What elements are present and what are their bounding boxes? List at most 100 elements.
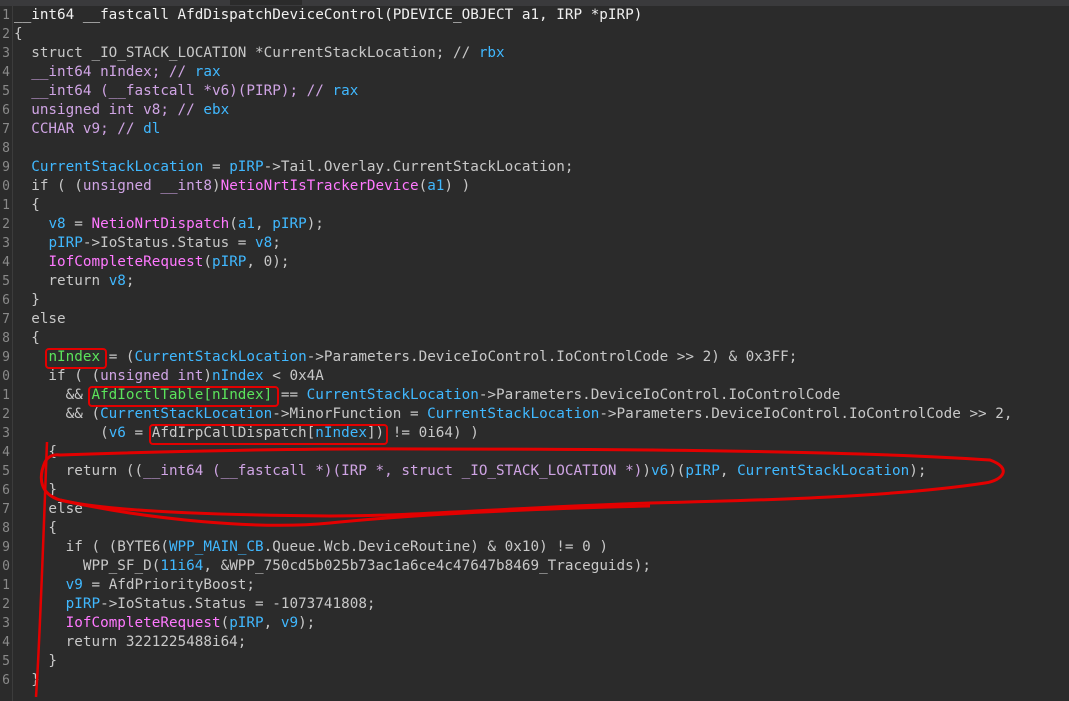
line-number: 5 <box>2 464 10 479</box>
code-token: } <box>14 653 58 669</box>
line-number: 2 <box>2 27 10 42</box>
code-line[interactable]: nIndex = (CurrentStackLocation->Paramete… <box>14 348 797 367</box>
code-line[interactable]: && AfdIoctlTable[nIndex] == CurrentStack… <box>14 386 841 405</box>
code-token: __int64 (__fastcall *)(IRP *, struct _IO… <box>143 463 643 479</box>
code-token: if ( ( <box>14 368 101 384</box>
code-token: CurrentStackLocation <box>134 349 307 365</box>
code-token: return <box>14 273 109 289</box>
line-number: 3 <box>2 236 10 251</box>
line-number: 6 <box>2 483 10 498</box>
code-line[interactable]: __int64 __fastcall AfdDispatchDeviceCont… <box>14 6 642 25</box>
code-token: __int64 __fastcall AfdDispatchDeviceCont… <box>14 7 643 23</box>
code-line[interactable]: pIRP->IoStatus.Status = v8; <box>14 234 280 253</box>
code-line[interactable]: { <box>14 443 57 462</box>
code-token: ; <box>125 273 135 289</box>
code-token: pIRP <box>65 596 101 612</box>
code-token: ->Parameters.DeviceIoControl.IoControlCo… <box>306 349 798 365</box>
code-line[interactable]: WPP_SF_D(11i64, &WPP_750cd5b025b73ac1a6c… <box>14 557 651 576</box>
line-number: 8 <box>2 521 10 536</box>
code-token: CurrentStackLocation <box>306 387 479 403</box>
code-token: NetioNrtIsTrackerDevice <box>220 178 419 194</box>
line-number: 2 <box>2 407 10 422</box>
code-token: if ( ( <box>14 539 118 555</box>
tab-ida-view-a[interactable]: Ida View-A <box>60 0 120 5</box>
code-line[interactable]: else <box>14 500 82 519</box>
code-token: ) <box>203 368 212 384</box>
code-token: return 3221225488i64; <box>14 634 247 650</box>
code-token: ->Tail.Overlay.CurrentStackLocation; <box>263 159 574 175</box>
code-token: v9 <box>65 577 83 593</box>
code-token: WPP_MAIN_CB <box>168 539 264 555</box>
code-line[interactable]: { <box>14 25 23 44</box>
code-token: CCHAR v9; // <box>14 121 144 137</box>
tab-structures[interactable]: Structures <box>755 0 815 5</box>
code-token: ->Parameters.DeviceIoControl.IoControlCo… <box>478 387 841 403</box>
tab-enums[interactable]: Enums <box>1000 0 1030 5</box>
code-line[interactable]: unsigned int v8; // ebx <box>14 101 229 120</box>
line-number: 8 <box>2 141 10 156</box>
code-token: v6 <box>650 463 669 479</box>
line-number: 6 <box>2 293 10 308</box>
code-token: pIRP <box>272 216 307 232</box>
code-line[interactable]: CurrentStackLocation = pIRP->Tail.Overla… <box>14 158 574 177</box>
code-line[interactable]: if ( (unsigned __int8)NetioNrtIsTrackerD… <box>14 177 470 196</box>
code-line[interactable]: __int64 (__fastcall *v6)(PIRP); // rax <box>14 82 358 101</box>
code-line[interactable]: } <box>14 291 40 310</box>
code-line[interactable]: struct _IO_STACK_LOCATION *CurrentStackL… <box>14 44 504 63</box>
line-number: 3 <box>2 426 10 441</box>
line-number-gutter: 1 2 3 4 5 6 7 8 9 0 1 2 3 4 5 6 7 8 9 0 1 2 3 4 5 6 7 8 9 0 1 2 3 4 5 6 <box>0 6 13 701</box>
code-token: { <box>14 26 23 42</box>
code-line[interactable]: return ((__int64 (__fastcall *)(IRP *, s… <box>14 462 927 481</box>
code-line[interactable]: pIRP->IoStatus.Status = -1073741808; <box>14 595 376 614</box>
code-line[interactable]: } <box>14 652 57 671</box>
code-line[interactable]: { <box>14 519 57 538</box>
code-line[interactable]: CCHAR v9; // dl <box>14 120 160 139</box>
line-number: 8 <box>2 331 10 346</box>
code-token: { <box>14 330 40 346</box>
code-token: } <box>14 482 58 498</box>
code-line[interactable]: __int64 nIndex; // rax <box>14 63 220 82</box>
code-token: v9 <box>280 615 299 631</box>
code-line[interactable]: } <box>14 671 40 690</box>
line-number: 9 <box>2 350 10 365</box>
code-token: __int64 (__fastcall *v6)(PIRP); // <box>14 83 333 99</box>
code-line[interactable]: v9 = AfdPriorityBoost; <box>14 576 255 595</box>
code-line[interactable]: v8 = NetioNrtDispatch(a1, pIRP); <box>14 215 323 234</box>
code-line[interactable]: else <box>14 310 65 329</box>
code-token: a1 <box>237 216 256 232</box>
code-token: pIRP <box>229 159 264 175</box>
code-token: { <box>14 197 40 213</box>
code-token: WPP_SF_D( <box>14 558 161 574</box>
code-token: , &WPP_750cd5b025b73ac1a6ce4c47647b8469_… <box>203 558 651 574</box>
pseudocode-view[interactable]: __int64 __fastcall AfdDispatchDeviceCont… <box>14 6 1069 701</box>
code-line[interactable]: return 3221225488i64; <box>14 633 247 652</box>
code-token: v8 <box>255 235 273 251</box>
code-line[interactable]: && (CurrentStackLocation->MinorFunction … <box>14 405 1013 424</box>
code-line[interactable]: if ( (BYTE6(WPP_MAIN_CB.Queue.Wcb.Device… <box>14 538 608 557</box>
code-token: CurrentStackLocation <box>31 159 204 175</box>
tab-pseudocode-a[interactable]: Pseudocode-A <box>230 0 303 5</box>
code-token: ( <box>160 539 169 555</box>
line-number: 6 <box>2 103 10 118</box>
code-line[interactable]: { <box>14 329 40 348</box>
code-token: ) <box>642 463 651 479</box>
line-number: 2 <box>2 597 10 612</box>
code-token: } <box>14 672 40 688</box>
tab-hex-view-1[interactable]: Hex View-1 <box>520 0 580 5</box>
code-line[interactable]: IofCompleteRequest(pIRP, v9); <box>14 614 316 633</box>
code-line[interactable]: return v8; <box>14 272 135 291</box>
code-line[interactable]: (v6 = AfdIrpCallDispatch[nIndex]) != 0i6… <box>14 424 479 443</box>
code-token: nIndex <box>211 368 264 384</box>
code-line[interactable]: { <box>14 196 40 215</box>
line-number: 4 <box>2 445 10 460</box>
code-token: dl <box>143 121 161 137</box>
code-token: unsigned int v8; // <box>14 102 204 118</box>
ida-pseudocode-window: Ida View-A Pseudocode-A Hex View-1 Structur… <box>0 0 1069 701</box>
code-line[interactable]: IofCompleteRequest(pIRP, 0); <box>14 253 289 272</box>
code-token: struct _IO_STACK_LOCATION *CurrentStackL… <box>14 45 479 61</box>
line-number: 5 <box>2 84 10 99</box>
code-line[interactable]: } <box>14 481 57 500</box>
code-token: ) <box>212 178 221 194</box>
code-line[interactable]: if ( (unsigned int)nIndex < 0x4A <box>14 367 323 386</box>
